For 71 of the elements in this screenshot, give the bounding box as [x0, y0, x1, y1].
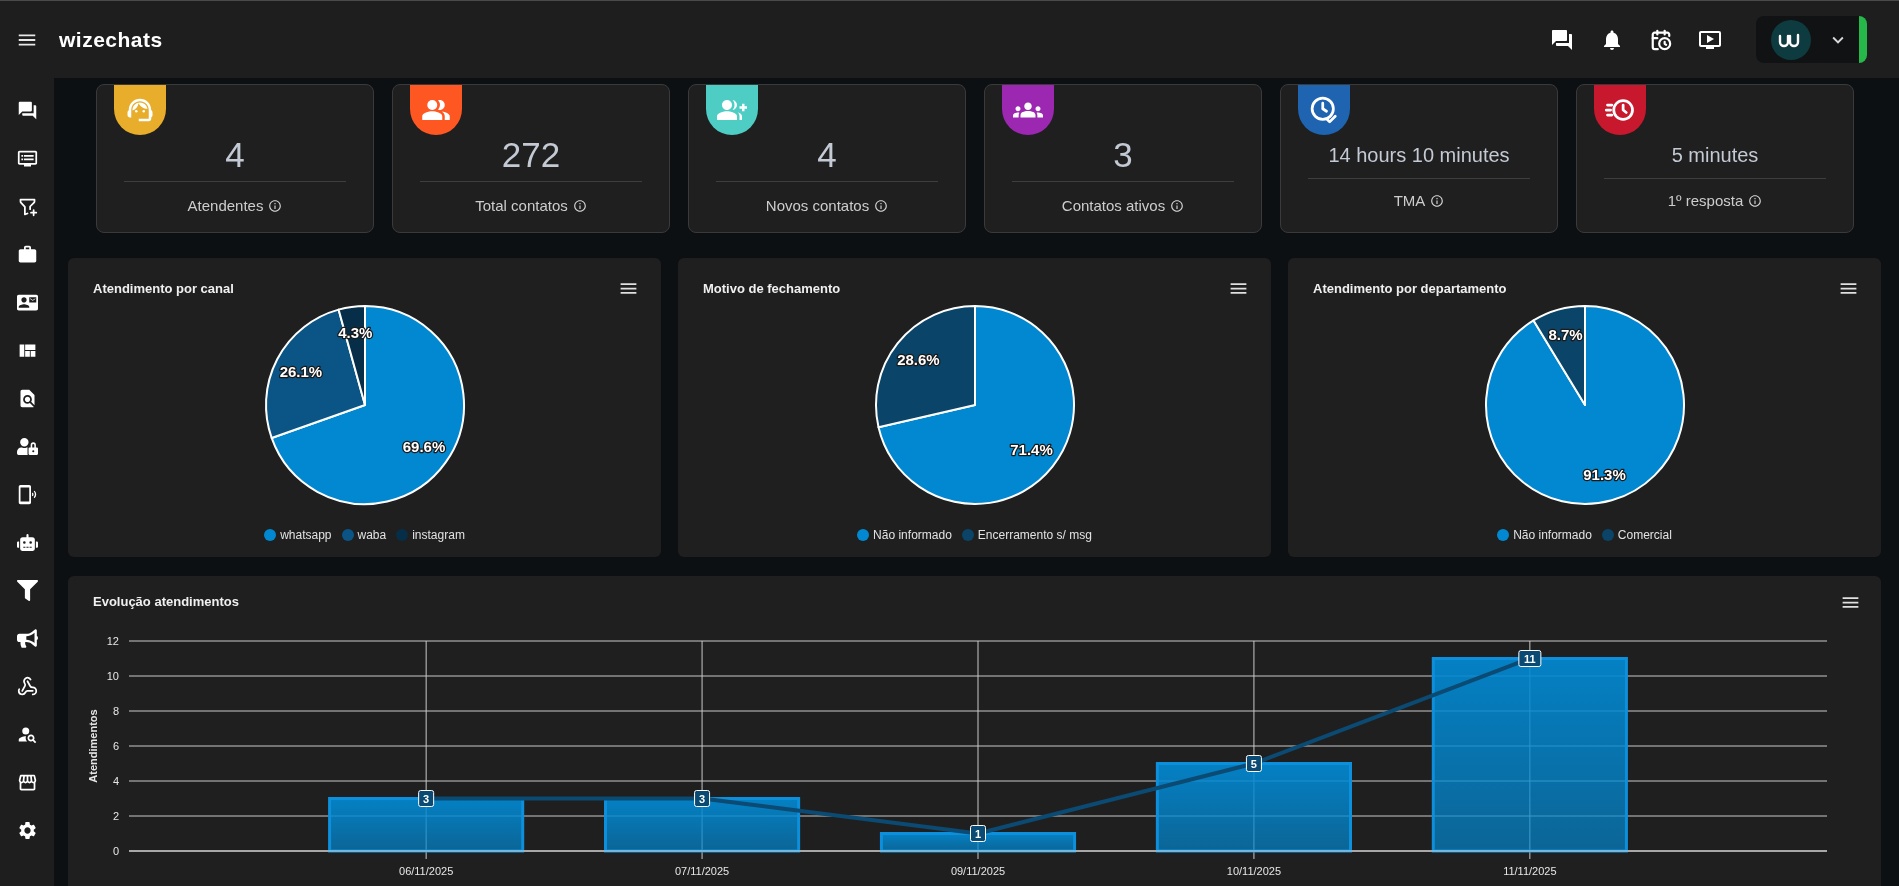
user-menu-button[interactable]	[1756, 16, 1867, 63]
stat-value: 5 minutes	[1671, 143, 1759, 168]
robot-icon[interactable]	[16, 531, 38, 553]
stat-label: TMA	[1393, 191, 1426, 211]
x-axis-label: 11/11/2025	[1503, 865, 1557, 877]
chart-title: Atendimento por canal	[93, 279, 234, 298]
info-icon[interactable]	[268, 199, 283, 213]
legend-item[interactable]: Não informado	[857, 527, 952, 543]
stat-label: Total contatos	[475, 196, 568, 216]
data-label: 5	[1245, 755, 1262, 772]
info-icon[interactable]	[572, 199, 587, 213]
brand-logo: wizechats	[59, 29, 163, 50]
legend-item[interactable]: Não informado	[1497, 527, 1592, 543]
chart-title: Evolução atendimentos	[93, 593, 239, 611]
x-axis-label: 06/11/2025	[399, 865, 454, 877]
data-label: 3	[423, 792, 430, 805]
y-axis-title: Atendimentos	[87, 709, 99, 783]
filter-icon[interactable]	[16, 579, 38, 601]
info-icon[interactable]	[1170, 199, 1185, 213]
info-icon[interactable]	[874, 199, 889, 213]
legend-item[interactable]: Comercial	[1601, 527, 1672, 543]
phone-signal-icon[interactable]	[16, 483, 38, 505]
data-label: 11	[1524, 652, 1536, 665]
stat-value: 14 hours 10 minutes	[1328, 143, 1510, 168]
legend-item[interactable]: whatsapp	[264, 527, 332, 543]
info-icon[interactable]	[1748, 194, 1763, 208]
data-label: 11	[1518, 650, 1542, 667]
stat-label: Novos contatos	[765, 196, 870, 216]
avatar-logo-icon	[1771, 19, 1811, 60]
slice-percentage-label: 28.6%	[896, 351, 940, 368]
y-tick-label: 2	[112, 810, 119, 822]
legend-item[interactable]: waba	[341, 527, 387, 543]
webhook-icon[interactable]	[16, 675, 38, 697]
data-label: 1	[974, 827, 982, 840]
stat-label: 1º resposta	[1667, 191, 1744, 211]
data-label: 3	[699, 792, 706, 805]
legend-item[interactable]: instagram	[396, 527, 465, 543]
slice-percentage-label: 69.6%	[402, 437, 445, 455]
stat-value: 3	[1113, 135, 1133, 175]
y-tick-label: 8	[112, 705, 119, 717]
slice-percentage-label: 8.7%	[1547, 326, 1583, 344]
slice-percentage-label: 91.3%	[1582, 465, 1626, 483]
y-tick-label: 10	[106, 670, 119, 682]
x-axis-label: 09/11/2025	[950, 865, 1006, 877]
data-label: 1	[970, 825, 986, 842]
stat-label: Contatos ativos	[1061, 196, 1166, 216]
chart-title: Motivo de fechamento	[703, 279, 841, 298]
data-label: 5	[1250, 757, 1257, 770]
y-tick-label: 0	[112, 845, 119, 857]
y-tick-label: 6	[112, 740, 119, 752]
stat-label: Atendentes	[187, 196, 264, 216]
stat-value: 4	[225, 135, 245, 175]
user-lock-icon[interactable]	[16, 435, 38, 457]
info-icon[interactable]	[1430, 194, 1445, 208]
calendar-clock-icon[interactable]	[1650, 28, 1672, 51]
x-axis-label: 10/11/2025	[1226, 865, 1282, 877]
data-label: 3	[418, 790, 435, 807]
chat-icon[interactable]	[1550, 27, 1574, 52]
megaphone-icon[interactable]	[16, 627, 38, 649]
slice-percentage-label: 26.1%	[279, 362, 322, 380]
chat-icon[interactable]	[16, 99, 38, 121]
y-tick-label: 4	[112, 775, 119, 787]
y-tick-label: 12	[106, 635, 119, 647]
x-axis-label: 07/11/2025	[674, 865, 730, 877]
data-label: 3	[694, 790, 711, 807]
stat-value: 4	[817, 135, 837, 175]
briefcase-icon[interactable]	[16, 243, 38, 265]
legend-item[interactable]: Encerramento s/ msg	[961, 527, 1092, 543]
slice-percentage-label: 71.4%	[1009, 441, 1053, 458]
chart-title: Atendimento por departamento	[1313, 279, 1507, 298]
stat-value: 272	[501, 135, 561, 175]
